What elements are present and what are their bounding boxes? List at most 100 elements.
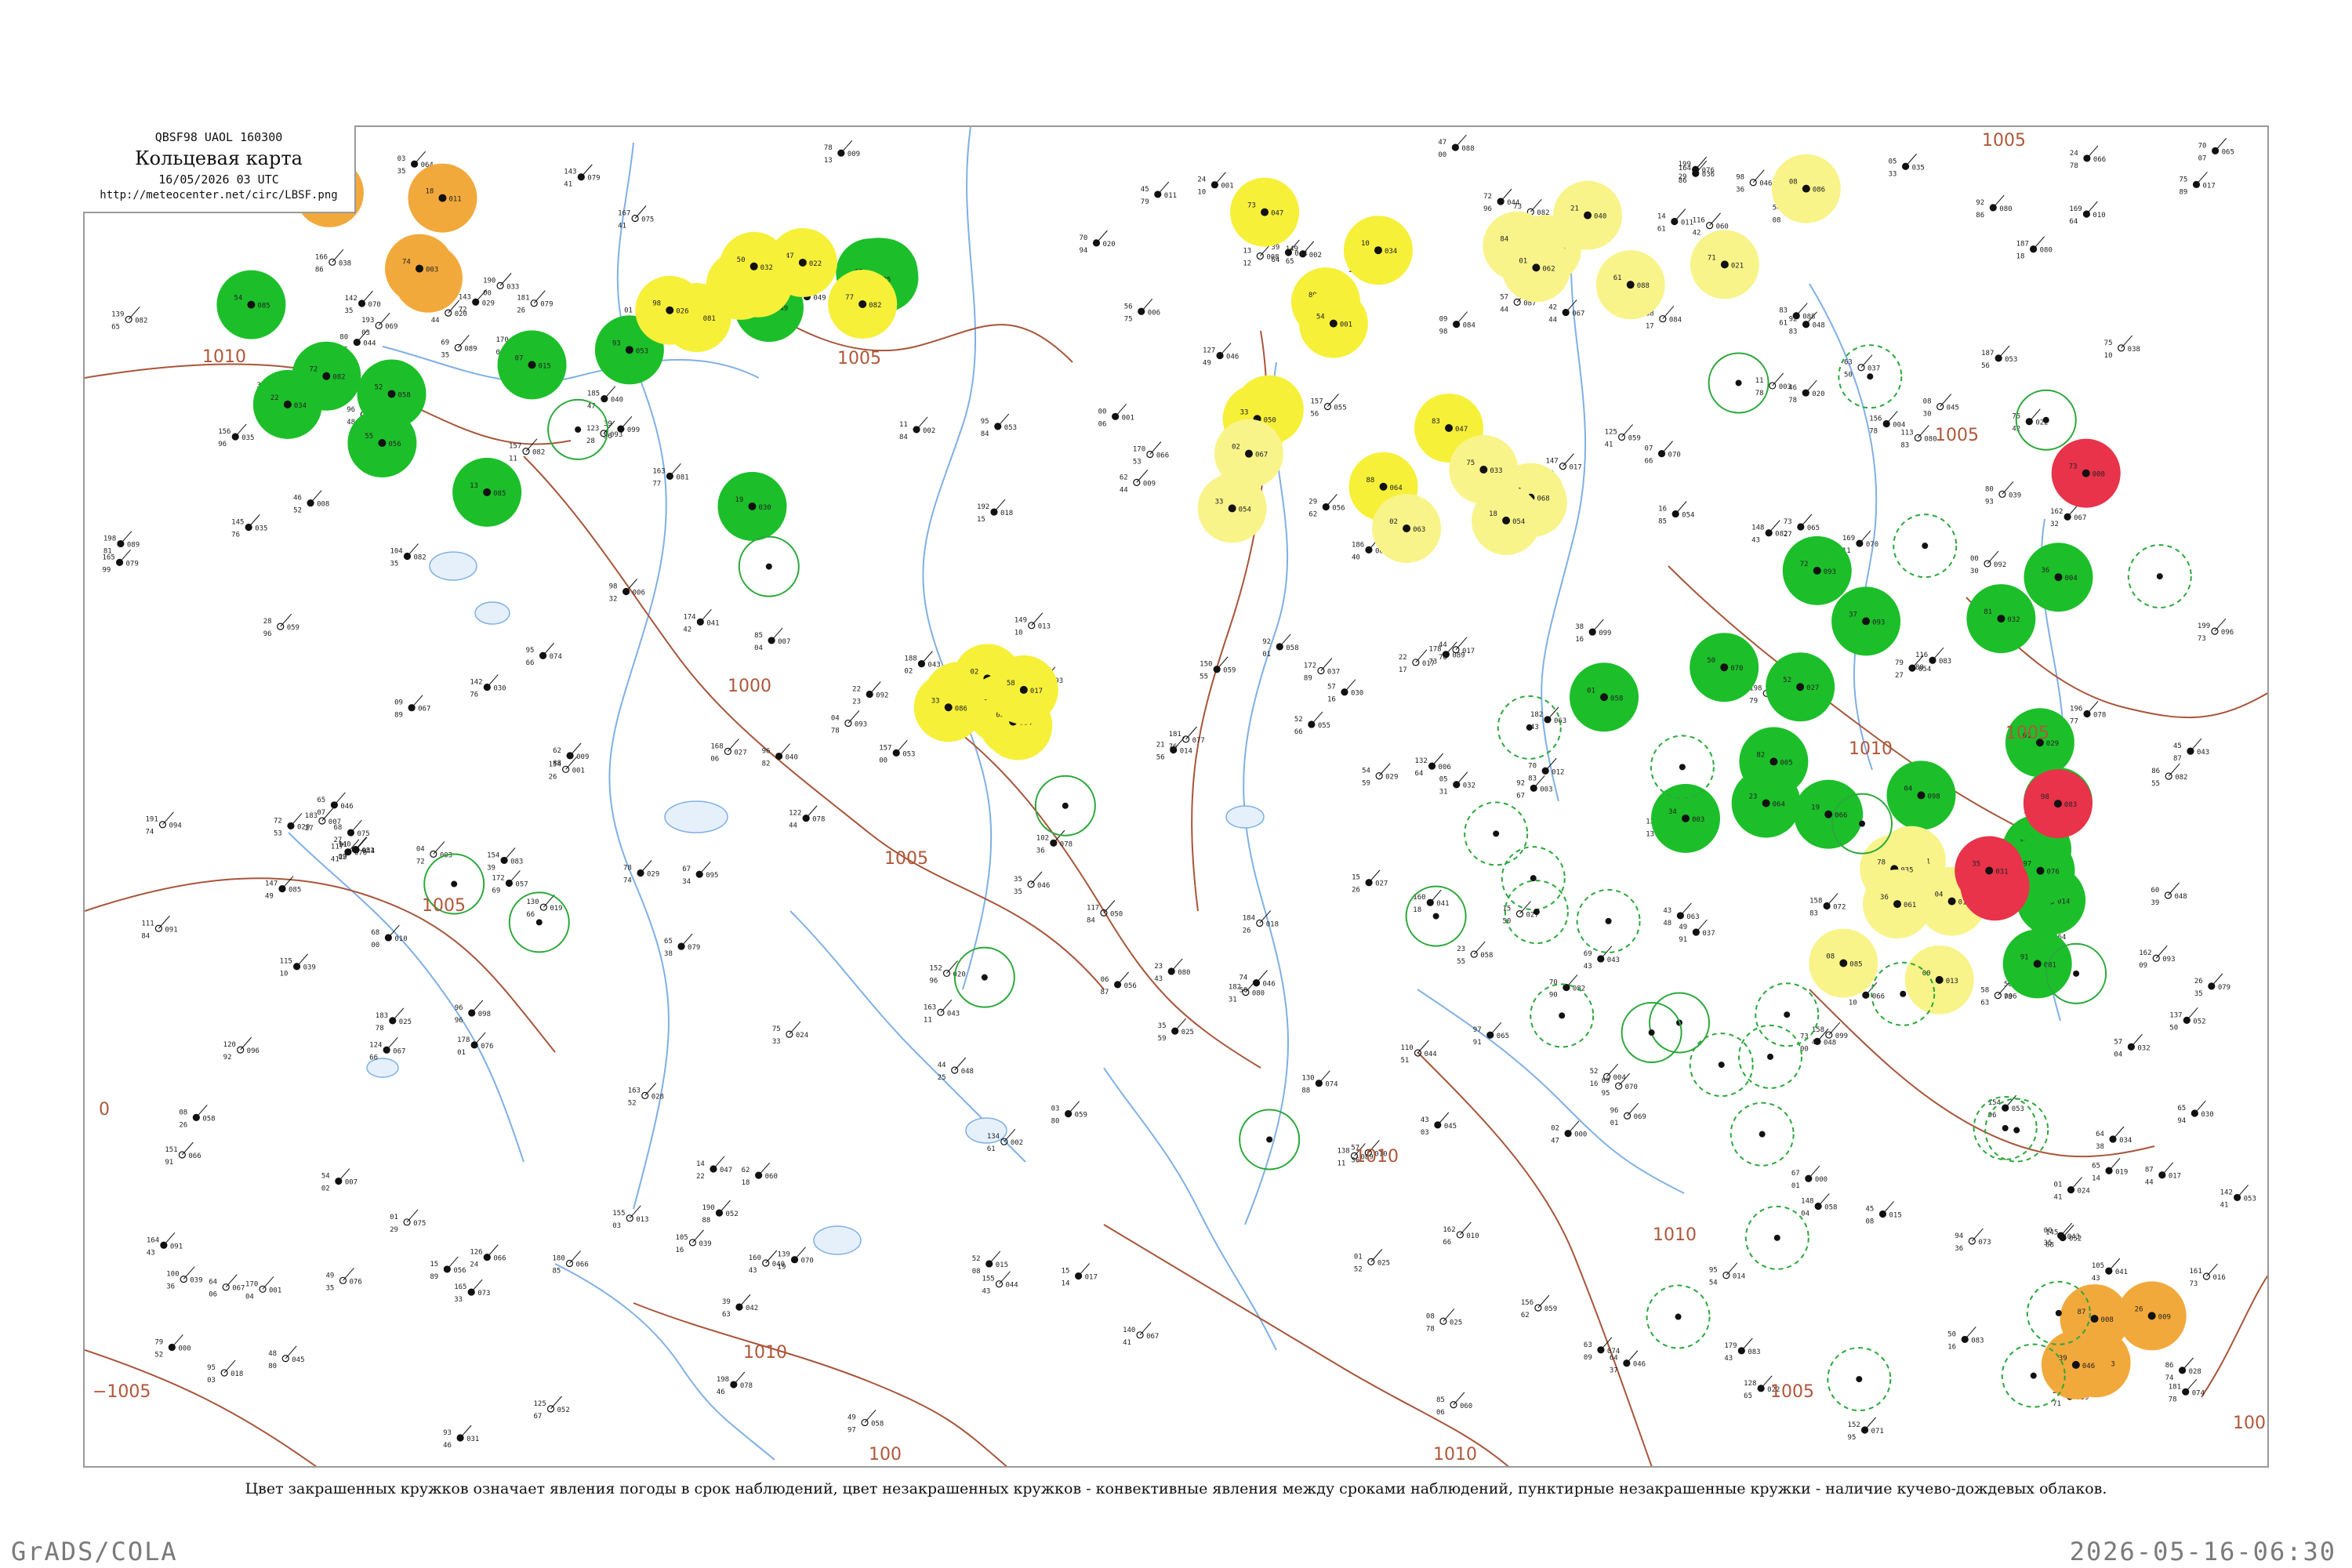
svg-text:53: 53 bbox=[1133, 459, 1142, 466]
station-plot: 148 082 43 bbox=[1751, 520, 1788, 545]
svg-text:06: 06 bbox=[1101, 976, 1109, 984]
svg-text:030: 030 bbox=[758, 504, 771, 512]
svg-text:142: 142 bbox=[345, 295, 358, 303]
svg-text:02: 02 bbox=[1232, 444, 1240, 452]
station-plot: 193 069 03 bbox=[361, 312, 397, 337]
svg-text:72: 72 bbox=[1800, 561, 1809, 568]
weather-circle-green-filled: 13 085 bbox=[452, 457, 522, 527]
svg-text:42: 42 bbox=[683, 626, 691, 633]
svg-text:96: 96 bbox=[1610, 1107, 1619, 1115]
svg-text:099: 099 bbox=[1835, 1033, 1848, 1040]
svg-text:52: 52 bbox=[972, 1255, 981, 1263]
station-plot: 70 012 83 bbox=[1528, 757, 1564, 782]
svg-text:32: 32 bbox=[2050, 521, 2059, 528]
svg-text:002: 002 bbox=[1309, 252, 1322, 260]
station-plot: 163 043 11 bbox=[924, 999, 960, 1024]
svg-text:03: 03 bbox=[397, 155, 406, 163]
svg-text:24: 24 bbox=[1197, 176, 1206, 184]
weather-circle-green-filled: 37 093 bbox=[1831, 586, 1901, 656]
svg-text:19: 19 bbox=[778, 1264, 786, 1272]
svg-text:075: 075 bbox=[357, 830, 369, 838]
svg-text:14: 14 bbox=[696, 1160, 705, 1168]
svg-text:41: 41 bbox=[2054, 1194, 2063, 1202]
svg-text:06: 06 bbox=[1098, 420, 1107, 428]
svg-text:198: 198 bbox=[717, 1376, 729, 1384]
svg-text:012: 012 bbox=[1552, 768, 1564, 776]
station-plot: 95 074 66 bbox=[526, 642, 562, 667]
svg-text:085: 085 bbox=[1849, 960, 1862, 968]
svg-text:36: 36 bbox=[2041, 567, 2049, 575]
svg-text:76: 76 bbox=[231, 532, 240, 539]
svg-text:62: 62 bbox=[742, 1167, 750, 1174]
svg-text:145: 145 bbox=[231, 519, 244, 527]
svg-text:032: 032 bbox=[2137, 1044, 2150, 1052]
weather-circle-yellow-filled: 73 047 bbox=[1230, 177, 1300, 247]
svg-text:170: 170 bbox=[245, 1280, 258, 1288]
svg-text:033: 033 bbox=[1490, 467, 1502, 475]
svg-text:002: 002 bbox=[923, 427, 935, 435]
svg-text:59: 59 bbox=[1158, 1035, 1167, 1043]
svg-text:151: 151 bbox=[165, 1146, 177, 1154]
svg-text:007: 007 bbox=[345, 1179, 358, 1187]
station-plot: 95 053 84 bbox=[981, 413, 1017, 438]
svg-text:78: 78 bbox=[1426, 1325, 1435, 1333]
lake bbox=[474, 601, 510, 625]
svg-text:46: 46 bbox=[717, 1388, 725, 1396]
station-plot: 137 052 50 bbox=[2169, 1007, 2206, 1032]
svg-text:172: 172 bbox=[492, 874, 504, 882]
weather-circle-light-yellow-filled: 71 021 bbox=[1690, 230, 1759, 299]
svg-text:044: 044 bbox=[362, 848, 375, 855]
svg-text:98: 98 bbox=[652, 300, 661, 308]
svg-text:044: 044 bbox=[1424, 1051, 1436, 1058]
svg-text:68: 68 bbox=[371, 929, 379, 937]
svg-text:181: 181 bbox=[517, 295, 529, 303]
svg-text:006: 006 bbox=[1439, 764, 1451, 771]
svg-text:130: 130 bbox=[1301, 1075, 1314, 1083]
svg-text:15: 15 bbox=[977, 516, 985, 524]
svg-text:03: 03 bbox=[612, 1222, 621, 1230]
station-plot: 172 037 89 bbox=[1304, 658, 1340, 683]
svg-text:003: 003 bbox=[1540, 786, 1552, 793]
svg-text:87: 87 bbox=[2173, 755, 2182, 763]
svg-text:08: 08 bbox=[1773, 217, 1781, 225]
svg-text:039: 039 bbox=[190, 1277, 202, 1285]
station-plot: 130 074 88 bbox=[1301, 1070, 1338, 1095]
svg-text:27: 27 bbox=[305, 825, 314, 833]
svg-text:116: 116 bbox=[1693, 217, 1705, 225]
svg-text:50: 50 bbox=[1947, 1330, 1956, 1338]
weather-circle-green-filled: 82 005 bbox=[1739, 727, 1809, 797]
lake bbox=[1225, 805, 1265, 829]
svg-text:032: 032 bbox=[1463, 782, 1475, 790]
svg-text:058: 058 bbox=[1286, 644, 1298, 652]
svg-text:61: 61 bbox=[1657, 226, 1666, 234]
svg-text:113: 113 bbox=[1900, 429, 1913, 437]
svg-text:87: 87 bbox=[1101, 989, 1109, 996]
svg-text:067: 067 bbox=[1572, 310, 1584, 318]
svg-text:92: 92 bbox=[1789, 316, 1798, 324]
svg-text:050: 050 bbox=[1264, 416, 1276, 424]
svg-text:66: 66 bbox=[1294, 728, 1303, 736]
svg-text:55: 55 bbox=[365, 433, 373, 441]
svg-text:33: 33 bbox=[1240, 408, 1249, 416]
svg-text:081: 081 bbox=[703, 315, 716, 323]
svg-text:143: 143 bbox=[564, 169, 576, 176]
weather-circle-yellow-filled: 77 082 bbox=[828, 269, 898, 339]
svg-text:39: 39 bbox=[2059, 1355, 2067, 1363]
isobar-label: 1005 bbox=[1935, 426, 1979, 445]
svg-text:093: 093 bbox=[1824, 568, 1836, 576]
source-url[interactable]: http://meteocenter.net/circ/LBSF.png bbox=[83, 189, 354, 201]
svg-text:025: 025 bbox=[1181, 1029, 1194, 1036]
svg-text:04: 04 bbox=[2114, 1051, 2122, 1058]
station-plot: 198 089 81 bbox=[103, 531, 140, 556]
weather-circle-open-solid bbox=[1034, 775, 1096, 837]
svg-text:67: 67 bbox=[1516, 792, 1525, 800]
weather-circle-green-filled: 52 027 bbox=[1766, 652, 1835, 722]
svg-text:67: 67 bbox=[1791, 1170, 1800, 1178]
svg-text:008: 008 bbox=[2101, 1316, 2114, 1324]
svg-text:011: 011 bbox=[1164, 192, 1177, 200]
station-plot: 70 020 94 bbox=[1079, 230, 1116, 255]
svg-text:50: 50 bbox=[1844, 372, 1853, 379]
svg-text:13: 13 bbox=[824, 157, 833, 165]
svg-text:14: 14 bbox=[1062, 1280, 1070, 1288]
svg-text:130: 130 bbox=[526, 898, 539, 906]
